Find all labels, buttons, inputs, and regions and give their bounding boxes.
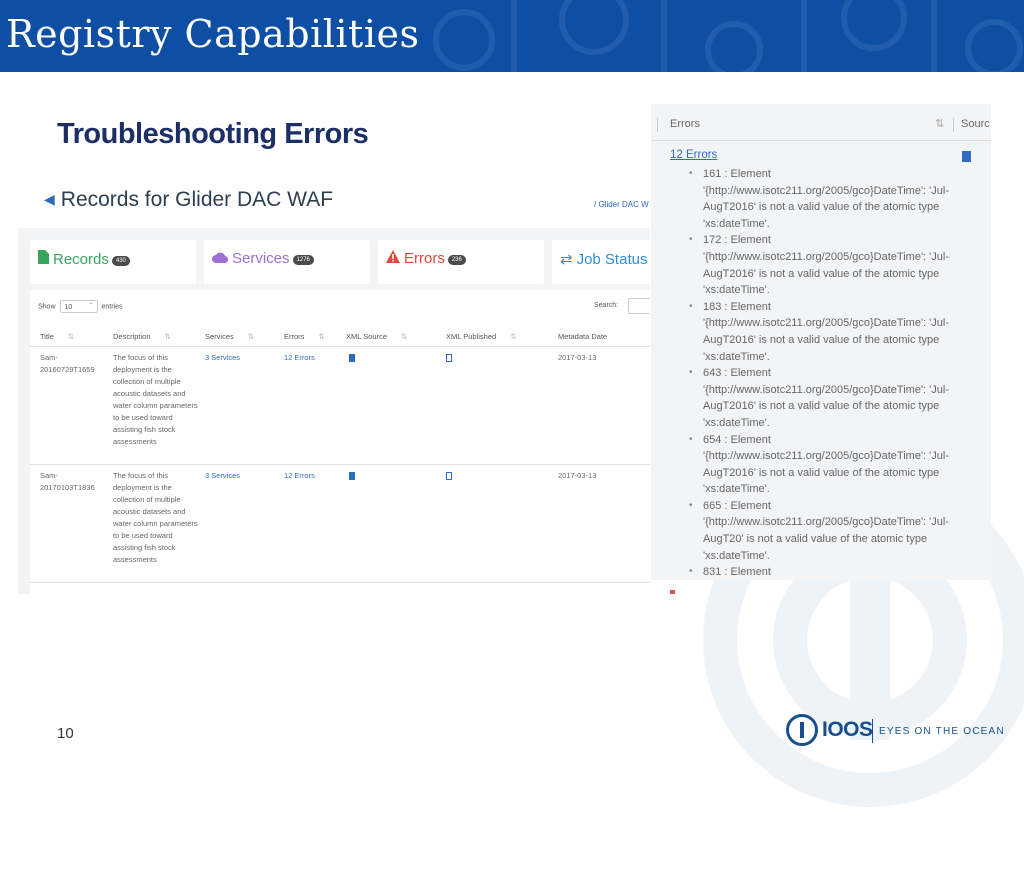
column-header-xml-source[interactable]: XML Source ⇅ xyxy=(346,332,407,341)
search-input[interactable] xyxy=(628,298,650,314)
column-header-metadata-date-text: Metadata Date xyxy=(558,332,608,341)
row-2-description: The focus of this deployment is the coll… xyxy=(113,471,198,564)
sort-icon: ⇅ xyxy=(164,332,171,341)
sort-icon: ⇅ xyxy=(318,332,325,341)
card-records[interactable]: Records 430 xyxy=(30,240,196,284)
error-item: 643 : Element '{http://www.isotc211.org/… xyxy=(689,365,989,431)
breadcrumb[interactable]: / Glider DAC W xyxy=(594,200,649,209)
back-caret-icon[interactable]: ◀ xyxy=(44,191,55,207)
sort-icon: ⇅ xyxy=(401,332,408,341)
entries-label: entries xyxy=(101,303,123,311)
column-header-title[interactable]: Title ⇅ xyxy=(40,332,74,341)
errors-column-header: Errors ⇅ Sourc xyxy=(651,104,991,141)
column-header-description-text: Description xyxy=(113,332,151,341)
card-records-count: 430 xyxy=(111,256,130,266)
errors-column-label[interactable]: Errors xyxy=(670,118,700,130)
card-services[interactable]: Services 1276 xyxy=(204,240,370,284)
page-number: 10 xyxy=(57,725,74,742)
entries-select[interactable]: 10 xyxy=(59,300,98,313)
column-header-errors[interactable]: Errors ⇅ xyxy=(284,332,325,341)
card-services-count: 1276 xyxy=(292,255,314,265)
sort-icon[interactable]: ⇅ xyxy=(935,117,944,130)
error-item: 654 : Element '{http://www.isotc211.org/… xyxy=(689,432,989,498)
row-1-date: 2017-03-13 xyxy=(558,353,597,362)
error-item: 172 : Element '{http://www.isotc211.org/… xyxy=(689,232,989,298)
section-title: Troubleshooting Errors xyxy=(57,118,369,150)
card-records-label: Records xyxy=(53,251,109,268)
xml-source-icon[interactable] xyxy=(349,472,355,480)
search-label: Search: xyxy=(594,302,619,309)
records-page-heading: ◀ Records for Glider DAC WAF xyxy=(44,188,333,212)
column-header-services[interactable]: Services ⇅ xyxy=(205,332,254,341)
sort-icon: ⇅ xyxy=(247,332,255,341)
row-1-title: Sam-20160729T1659 xyxy=(40,353,95,374)
records-table: Show10entries Search: Title ⇅ Description… xyxy=(30,290,650,594)
entries-length-control: Show10entries xyxy=(38,300,123,313)
column-header-xml-published-text: XML Published xyxy=(446,332,497,341)
cloud-icon xyxy=(212,252,228,263)
source-column-label[interactable]: Sourc xyxy=(961,118,990,130)
column-header-xml-source-text: XML Source xyxy=(346,332,387,341)
error-item: 161 : Element '{http://www.isotc211.org/… xyxy=(689,166,989,232)
slide-title: Registry Capabilities xyxy=(6,12,420,56)
card-job-status[interactable]: ⇄ Job Status xyxy=(552,240,650,284)
xml-source-icon[interactable] xyxy=(349,354,355,362)
xml-published-icon[interactable] xyxy=(446,472,452,480)
column-header-metadata-date[interactable]: Metadata Date xyxy=(558,332,607,341)
source-document-icon[interactable] xyxy=(962,151,971,162)
card-job-status-label: Job Status xyxy=(576,251,648,268)
column-header-xml-published[interactable]: XML Published ⇅ xyxy=(446,332,516,341)
row-2-date: 2017-03-13 xyxy=(558,471,597,480)
row-divider xyxy=(30,464,650,465)
row-divider xyxy=(30,582,650,583)
column-divider xyxy=(953,118,954,132)
warning-icon xyxy=(386,250,400,263)
logo-tagline: EYES ON THE OCEAN xyxy=(879,726,1005,737)
banner-pattern-icon xyxy=(433,0,1023,72)
error-item: 183 : Element '{http://www.isotc211.org/… xyxy=(689,299,989,365)
row-2-errors-link[interactable]: 12 Errors xyxy=(284,470,315,482)
file-icon xyxy=(38,250,49,264)
sort-icon: ⇅ xyxy=(510,332,517,341)
header-banner: Registry Capabilities xyxy=(0,0,1024,72)
card-errors-count: 236 xyxy=(447,255,466,265)
card-errors[interactable]: Errors 236 xyxy=(378,240,544,284)
header-divider xyxy=(30,346,650,347)
row-2-services-link[interactable]: 3 Services xyxy=(205,470,240,482)
xml-published-icon[interactable] xyxy=(446,354,452,362)
exchange-icon: ⇄ xyxy=(560,251,573,268)
sort-icon: ⇅ xyxy=(67,332,75,341)
error-flag-icon xyxy=(670,590,675,594)
column-divider xyxy=(657,118,658,132)
logo-name: IOOS xyxy=(822,718,873,741)
column-header-errors-text: Errors xyxy=(284,332,305,341)
error-item: 665 : Element '{http://www.isotc211.org/… xyxy=(689,498,989,564)
error-item: 831 : Element xyxy=(689,564,989,580)
column-header-description[interactable]: Description ⇅ xyxy=(113,332,171,341)
ioos-logo: IOOS EYES ON THE OCEAN xyxy=(786,714,1016,750)
row-1-description: The focus of this deployment is the coll… xyxy=(113,353,198,446)
records-heading-text: Records for Glider DAC WAF xyxy=(60,188,334,211)
errors-screenshot: Errors ⇅ Sourc 12 Errors 161 : Element '… xyxy=(651,104,991,580)
column-header-title-text: Title xyxy=(40,332,54,341)
error-list: 161 : Element '{http://www.isotc211.org/… xyxy=(689,166,989,580)
row-1-services-link[interactable]: 3 Services xyxy=(205,352,240,364)
card-errors-label: Errors xyxy=(404,250,445,267)
column-header-services-text: Services xyxy=(205,332,234,341)
ioos-logo-icon xyxy=(786,714,818,746)
error-count-link[interactable]: 12 Errors xyxy=(670,149,717,161)
show-label: Show xyxy=(38,303,56,311)
logo-separator xyxy=(872,719,873,743)
records-screenshot: ◀ Records for Glider DAC WAF / Glider DAC… xyxy=(18,178,650,594)
row-2-title: Sam-20170103T1836 xyxy=(40,471,95,492)
card-services-label: Services xyxy=(232,250,290,267)
row-1-errors-link[interactable]: 12 Errors xyxy=(284,352,315,364)
